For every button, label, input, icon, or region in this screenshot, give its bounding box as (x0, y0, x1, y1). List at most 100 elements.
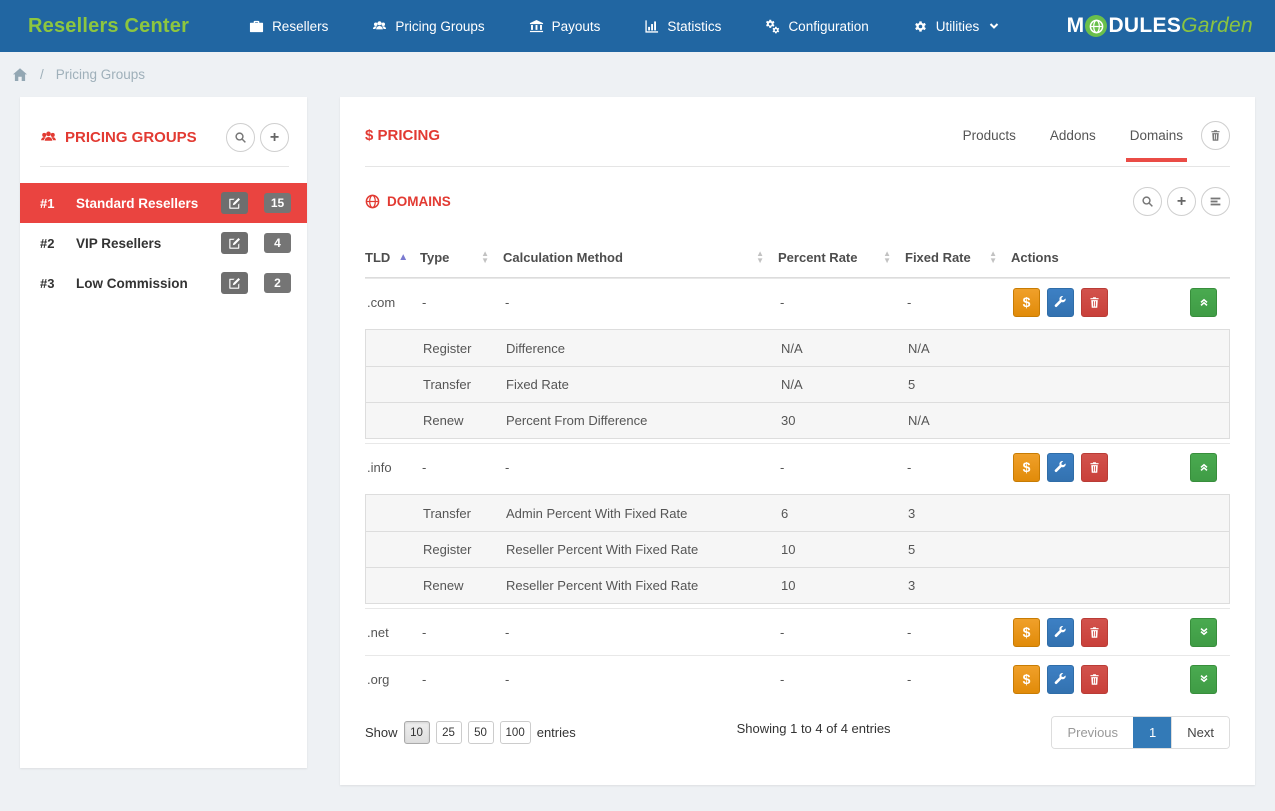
group-row-low-commission[interactable]: #3 Low Commission 2 (20, 263, 307, 303)
previous-page-button[interactable]: Previous (1052, 717, 1133, 748)
pricing-button[interactable]: $ (1013, 665, 1040, 694)
pricing-groups-panel: PRICING GROUPS + #1 Standard Resellers 1… (20, 97, 307, 768)
add-group-button[interactable]: + (260, 123, 289, 152)
fixed-cell: N/A (906, 407, 1012, 434)
tab-domains[interactable]: Domains (1130, 128, 1183, 143)
percent-cell: N/A (779, 335, 906, 362)
column-header-calculation-method[interactable]: Calculation Method ▲▼ (503, 250, 778, 265)
pricing-tabs: Products Addons Domains (963, 128, 1183, 143)
briefcase-icon (249, 19, 264, 34)
search-icon (1141, 195, 1154, 208)
add-domain-button[interactable]: + (1167, 187, 1196, 216)
page-size-25-button[interactable]: 25 (436, 721, 462, 744)
fixed-cell: - (905, 666, 1011, 693)
nav-item-statistics[interactable]: Statistics (644, 19, 721, 34)
page-size-50-button[interactable]: 50 (468, 721, 494, 744)
percent-cell: 10 (779, 572, 906, 599)
collapse-button[interactable] (1190, 288, 1217, 317)
tab-products[interactable]: Products (963, 128, 1016, 143)
page-size-100-button[interactable]: 100 (500, 721, 531, 744)
delete-button[interactable] (1081, 453, 1108, 482)
users-icon (372, 19, 387, 34)
fixed-cell: 3 (906, 572, 1012, 599)
configure-button[interactable] (1047, 665, 1074, 694)
group-row-standard-resellers[interactable]: #1 Standard Resellers 15 (20, 183, 307, 223)
tld-cell: .org (365, 666, 420, 693)
method-cell: - (503, 666, 778, 693)
tld-cell: .com (365, 289, 420, 316)
configure-button[interactable] (1047, 453, 1074, 482)
column-header-tld[interactable]: TLD ▲ (365, 250, 420, 265)
tab-addons[interactable]: Addons (1050, 128, 1096, 143)
configure-button[interactable] (1047, 618, 1074, 647)
expand-button[interactable] (1190, 665, 1217, 694)
pricing-button[interactable]: $ (1013, 618, 1040, 647)
home-icon[interactable] (12, 67, 28, 83)
column-label: Fixed Rate (905, 250, 971, 265)
column-header-percent-rate[interactable]: Percent Rate ▲▼ (778, 250, 905, 265)
table-header: TLD ▲ Type ▲▼ Calculation Method ▲▼ Perc… (365, 242, 1230, 278)
sort-icon: ▲▼ (481, 251, 489, 265)
fixed-cell: - (905, 619, 1011, 646)
column-header-fixed-rate[interactable]: Fixed Rate ▲▼ (905, 250, 1011, 265)
group-count-badge: 2 (264, 273, 291, 293)
table-row-info: .info - - - - $ (365, 443, 1230, 490)
globe-icon (365, 194, 380, 209)
pricing-button[interactable]: $ (1013, 453, 1040, 482)
delete-button[interactable] (1081, 665, 1108, 694)
column-header-type[interactable]: Type ▲▼ (420, 250, 503, 265)
nav-item-configuration[interactable]: Configuration (765, 19, 868, 34)
list-options-button[interactable] (1201, 187, 1230, 216)
pricing-button[interactable]: $ (1013, 288, 1040, 317)
domains-section-title: DOMAINS (365, 194, 451, 209)
nav-item-resellers[interactable]: Resellers (249, 19, 328, 34)
nav-item-utilities[interactable]: Utilities (913, 19, 1000, 34)
group-row-vip-resellers[interactable]: #2 VIP Resellers 4 (20, 223, 307, 263)
nav-item-pricing-groups[interactable]: Pricing Groups (372, 19, 484, 34)
table-row-net: .net - - - - $ (365, 608, 1230, 655)
delete-button[interactable] (1081, 288, 1108, 317)
trash-icon (1088, 296, 1101, 309)
configure-button[interactable] (1047, 288, 1074, 317)
nav-item-payouts[interactable]: Payouts (529, 19, 601, 34)
nav-label: Pricing Groups (395, 19, 484, 34)
wrench-icon (1054, 673, 1067, 686)
delete-button[interactable] (1081, 618, 1108, 647)
edit-group-button[interactable] (221, 192, 248, 214)
delete-pricing-button[interactable] (1201, 121, 1230, 150)
entries-info: Showing 1 to 4 of 4 entries (576, 721, 1052, 736)
trash-icon (1088, 626, 1101, 639)
nav-label: Utilities (936, 19, 980, 34)
group-name: Low Commission (76, 276, 221, 291)
percent-cell: 10 (779, 536, 906, 563)
pricing-panel: $ PRICING Products Addons Domains DOMAIN… (340, 97, 1255, 785)
group-name: VIP Resellers (76, 236, 221, 251)
chevron-double-up-icon (1198, 461, 1210, 473)
type-cell: Renew (421, 407, 504, 434)
search-groups-button[interactable] (226, 123, 255, 152)
pagination: Previous 1 Next (1051, 716, 1230, 749)
bar-chart-icon (644, 19, 659, 34)
bank-icon (529, 19, 544, 34)
detail-row: Renew Percent From Difference 30 N/A (366, 402, 1229, 438)
sort-icon: ▲▼ (989, 251, 997, 265)
edit-icon (228, 237, 241, 250)
divider (40, 166, 289, 167)
fixed-cell: 5 (906, 536, 1012, 563)
app-brand[interactable]: Resellers Center (28, 15, 189, 38)
page-1-button[interactable]: 1 (1133, 717, 1171, 748)
search-domains-button[interactable] (1133, 187, 1162, 216)
next-page-button[interactable]: Next (1171, 717, 1229, 748)
type-cell: - (420, 666, 503, 693)
page-size-10-button[interactable]: 10 (404, 721, 430, 744)
collapse-button[interactable] (1190, 453, 1217, 482)
edit-icon (228, 277, 241, 290)
edit-group-button[interactable] (221, 272, 248, 294)
page-size-selector: Show 10 25 50 100 entries (365, 721, 576, 744)
method-cell: Admin Percent With Fixed Rate (504, 500, 779, 527)
wrench-icon (1054, 626, 1067, 639)
expand-button[interactable] (1190, 618, 1217, 647)
column-label: TLD (365, 250, 390, 265)
dollar-icon: $ (1023, 624, 1031, 640)
edit-group-button[interactable] (221, 232, 248, 254)
